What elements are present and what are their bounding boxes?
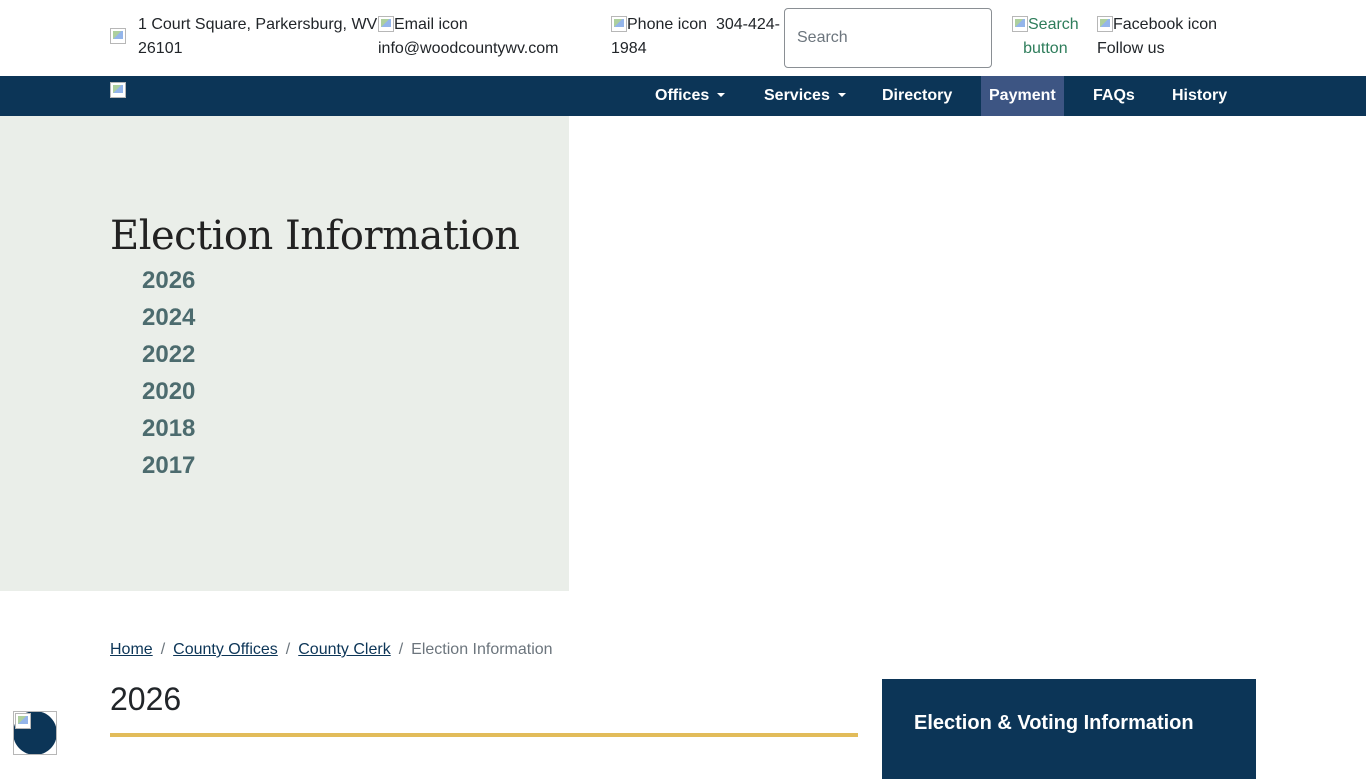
nav-history[interactable]: History: [1164, 76, 1235, 116]
accessibility-icon: [15, 713, 31, 729]
breadcrumb-separator: /: [398, 641, 404, 658]
search-button-line-2: button: [1023, 40, 1068, 57]
search-icon: [1012, 16, 1028, 32]
address: 1 Court Square, Parkersburg, WV 26101: [138, 13, 377, 61]
section-heading-2026: 2026: [110, 681, 182, 717]
nav-faqs[interactable]: FAQs: [1085, 76, 1143, 116]
phone-number-part1: 304-424-: [715, 16, 780, 33]
search-input[interactable]: [784, 8, 992, 68]
nav-services-label: Services: [764, 87, 830, 104]
map-marker-icon: [110, 28, 126, 44]
address-line-1: 1 Court Square, Parkersburg, WV: [138, 16, 378, 33]
nav-offices-label: Offices: [655, 87, 710, 104]
heading-divider: [110, 733, 858, 737]
year-link-2020[interactable]: 2020: [142, 373, 195, 410]
year-link-2022[interactable]: 2022: [142, 336, 195, 373]
phone-icon-alt: Phone icon: [627, 16, 708, 33]
election-voting-card: Election & Voting Information: [882, 679, 1256, 779]
breadcrumb-separator: /: [285, 641, 291, 658]
facebook-icon-alt: Facebook icon: [1113, 16, 1218, 33]
year-link-2018[interactable]: 2018: [142, 410, 195, 447]
breadcrumb-county-offices[interactable]: County Offices: [173, 641, 278, 658]
nav-payment-label: Payment: [989, 87, 1056, 104]
breadcrumb: Home / County Offices / County Clerk / Electio…: [110, 640, 553, 660]
phone-number-part2: 1984: [611, 40, 647, 57]
year-link-2026[interactable]: 2026: [142, 262, 195, 299]
follow-us-label: Follow us: [1097, 40, 1165, 57]
year-link-2024[interactable]: 2024: [142, 299, 195, 336]
email-icon: [378, 16, 394, 32]
email-contact[interactable]: Email icon info@woodcountywv.com: [378, 13, 558, 61]
nav-directory[interactable]: Directory: [874, 76, 960, 116]
hero-panel: [0, 116, 569, 591]
breadcrumb-separator: /: [160, 641, 166, 658]
chevron-down-icon: [717, 93, 726, 97]
search-button-line-1: Search: [1028, 16, 1079, 33]
email-icon-alt: Email icon: [394, 16, 468, 33]
address-line-2: 26101: [138, 40, 183, 57]
breadcrumb-current: Election Information: [411, 641, 553, 658]
phone-contact[interactable]: Phone icon 304-424- 1984: [611, 13, 780, 61]
page-title: Election Information: [110, 213, 520, 259]
facebook-link[interactable]: Facebook icon Follow us: [1097, 13, 1217, 61]
nav-offices[interactable]: Offices: [647, 76, 733, 116]
nav-services[interactable]: Services: [756, 76, 854, 116]
breadcrumb-home[interactable]: Home: [110, 641, 153, 658]
year-link-2017[interactable]: 2017: [142, 447, 195, 484]
breadcrumb-county-clerk[interactable]: County Clerk: [298, 641, 390, 658]
nav-history-label: History: [1172, 87, 1228, 104]
year-links: 2026 2024 2022 2020 2018 2017: [142, 262, 195, 484]
accessibility-widget-button[interactable]: [13, 711, 57, 755]
nav-faqs-label: FAQs: [1093, 87, 1135, 104]
chevron-down-icon: [837, 93, 846, 97]
county-logo[interactable]: [110, 82, 126, 98]
nav-payment[interactable]: Payment: [981, 76, 1064, 116]
email-address[interactable]: info@woodcountywv.com: [378, 37, 558, 61]
top-utility-bar: 1 Court Square, Parkersburg, WV 26101 Em…: [0, 0, 1366, 76]
main-navigation: Offices Services Directory Payment FAQs …: [0, 76, 1366, 116]
nav-directory-label: Directory: [882, 87, 953, 104]
phone-icon: [611, 16, 627, 32]
search-button[interactable]: Search button: [1012, 13, 1079, 61]
facebook-icon: [1097, 16, 1113, 32]
sidebar-card-title: Election & Voting Information: [914, 712, 1194, 734]
